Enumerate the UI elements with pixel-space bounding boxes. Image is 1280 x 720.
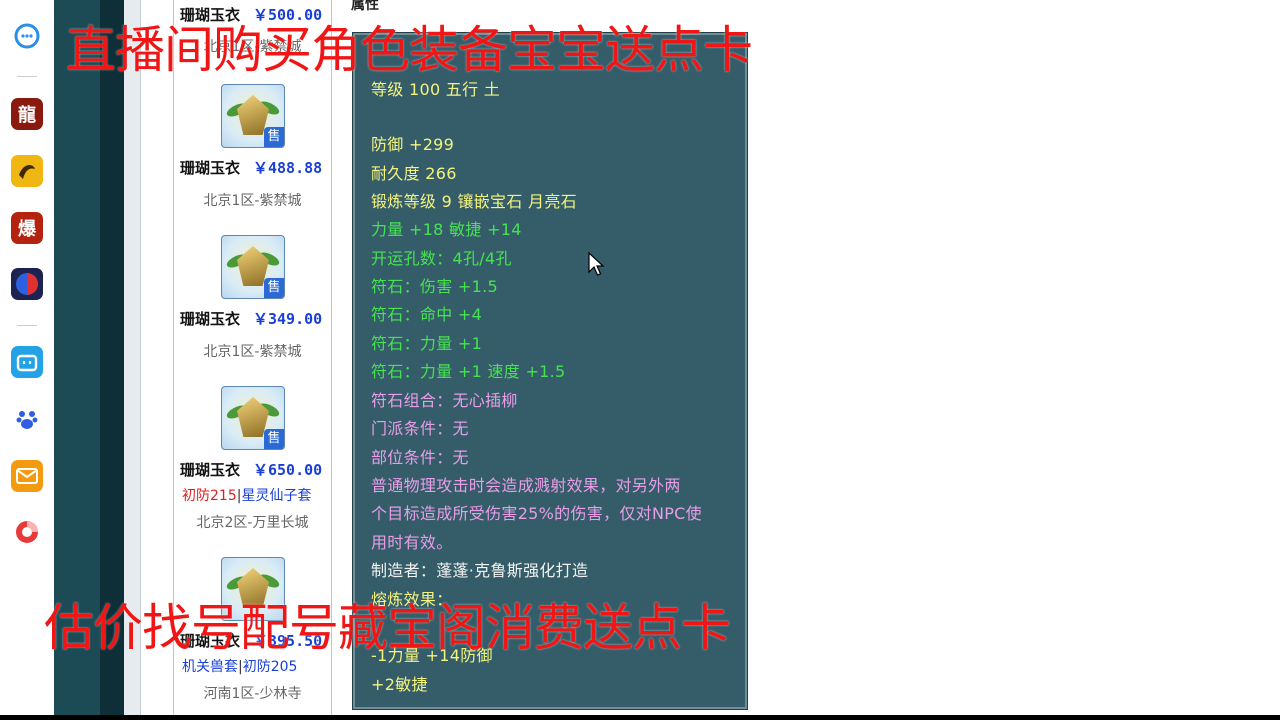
armor-thumbnail[interactable]: 售 (221, 84, 285, 148)
dragon-game-icon[interactable]: 龍 (11, 98, 43, 130)
item-tags: 初防215|星灵仙子套 (182, 488, 312, 504)
tooltip-line: 符石：命中 +4 (371, 305, 483, 324)
cc-logo-icon (1072, 50, 1110, 88)
tooltip-line: 个目标造成所受伤害25%的伤害，仅对NPC使 (371, 504, 702, 523)
item-name[interactable]: 珊瑚玉衣 (180, 308, 240, 329)
item-price: ￥650.00 (253, 461, 323, 479)
stream-caption-bottom: 估价找号配号藏宝阁消费送点卡 (44, 599, 731, 657)
baidu-paw-icon[interactable] (11, 403, 43, 435)
armor-thumbnail[interactable]: 售 (221, 235, 285, 299)
item-server: 北京1区-紫禁城 (203, 344, 302, 360)
item-server: 北京2区-万里长城 (196, 515, 309, 531)
ball-game-icon[interactable] (11, 268, 43, 300)
item-name[interactable]: 珊瑚玉衣 (180, 459, 240, 480)
dock-separator (17, 76, 37, 77)
sale-badge: 售 (264, 429, 284, 449)
item-tag-set: 机关兽套 (182, 659, 238, 675)
bilibili-icon[interactable] (11, 346, 43, 378)
tooltip-line: 防御 +299 (371, 135, 455, 154)
item-name[interactable]: 珊瑚玉衣 (180, 157, 240, 178)
item-tag-defense: 初防215 (182, 488, 237, 504)
item-price: ￥488.88 (253, 159, 323, 177)
chat-bubble-icon[interactable] (11, 20, 43, 52)
tooltip-line: 门派条件：无 (371, 419, 469, 438)
item-tag-defense: 初防205 (242, 659, 298, 675)
tooltip-line: 符石：伤害 +1.5 (371, 277, 498, 296)
cc-logo-icon (1152, 18, 1176, 42)
tooltip-line: 力量 +18 敏捷 +14 (371, 220, 522, 239)
cc-logo-large-text: CC直播 (1116, 56, 1220, 89)
explode-game-label: 爆 (18, 219, 36, 240)
tooltip-line: 开运孔数：4孔/4孔 (371, 249, 512, 268)
stream-caption-top: 直播间购买角色装备宝宝送点卡 (66, 21, 753, 79)
tooltip-line: 符石：力量 +1 (371, 334, 483, 353)
tooltip-line: 普通物理攻击时会造成溅射效果，对另外两 (371, 476, 681, 495)
mouse-cursor-icon (588, 252, 604, 276)
item-server: 河南1区-少林寺 (203, 686, 302, 702)
item-tag-set: 星灵仙子套 (241, 488, 312, 504)
item-server: 北京1区-紫禁城 (203, 193, 302, 209)
cc-live-logo-small: CC直播 (1152, 14, 1272, 46)
bottom-border (0, 715, 1280, 720)
cc-logo-small-text: CC直播 (1182, 21, 1251, 44)
tooltip-line: 符石：力量 +1 速度 +1.5 (371, 362, 566, 381)
netease-icon[interactable] (11, 516, 43, 548)
snake-game-icon[interactable] (11, 155, 43, 187)
sale-badge: 售 (264, 127, 284, 147)
dragon-game-label: 龍 (18, 105, 36, 126)
cc-live-logo-large: CC直播 (1072, 44, 1242, 94)
sale-badge: 售 (264, 278, 284, 298)
mail-icon[interactable] (11, 460, 43, 492)
tooltip-line: 符石组合：无心插柳 (371, 391, 518, 410)
explode-game-icon[interactable]: 爆 (11, 212, 43, 244)
tooltip-line: 耐久度 266 (371, 164, 457, 183)
armor-thumbnail[interactable]: 售 (221, 386, 285, 450)
tooltip-line: 部位条件：无 (371, 448, 469, 467)
tooltip-line: 制造者：蓬蓬·克鲁斯强化打造 (371, 561, 589, 580)
item-price: ￥349.00 (253, 310, 323, 328)
dock-separator (17, 325, 37, 326)
tooltip-line: 用时有效。 (371, 533, 453, 552)
tooltip-line: +2敏捷 (371, 675, 428, 694)
tooltip-line: 锻炼等级 9 镶嵌宝石 月亮石 (371, 192, 577, 211)
